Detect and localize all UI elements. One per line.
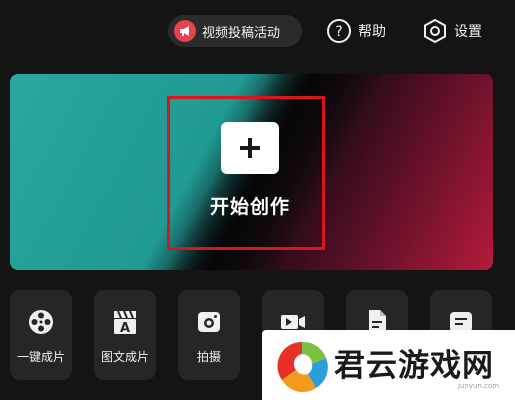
video-submission-promo-button[interactable]: 视频投稿活动: [168, 15, 302, 47]
tool-shoot[interactable]: 拍摄: [178, 290, 240, 380]
settings-label: 设置: [454, 24, 482, 40]
watermark-logo-icon: [272, 336, 332, 396]
megaphone-icon: [174, 20, 196, 42]
tool-one-click-video[interactable]: 一键成片: [10, 290, 72, 380]
tool-label: 拍摄: [196, 350, 221, 364]
hexagon-gear-icon: [422, 18, 448, 44]
settings-button[interactable]: 设置: [422, 17, 482, 45]
start-creation-button[interactable]: [221, 122, 279, 174]
watermark-domain: junyun.com: [458, 382, 500, 390]
site-watermark: 君云游戏网 junyun.com: [262, 330, 515, 400]
film-reel-icon: [27, 308, 55, 336]
svg-text:A: A: [120, 321, 130, 336]
promo-label: 视频投稿活动: [202, 25, 281, 41]
svg-text:?: ?: [335, 24, 342, 40]
start-creation-label: 开始创作: [209, 196, 290, 218]
help-button[interactable]: ? 帮助: [326, 17, 386, 45]
watermark-text: 君云游戏网: [334, 348, 494, 384]
top-bar: 视频投稿活动 ? 帮助 设置: [0, 12, 515, 52]
help-label: 帮助: [358, 24, 386, 40]
tool-label: 一键成片: [16, 350, 65, 364]
text-clapper-icon: A: [111, 308, 139, 336]
question-circle-icon: ?: [326, 18, 352, 44]
plus-icon: [240, 138, 260, 158]
camera-icon: [195, 308, 223, 336]
tool-label: 图文成片: [100, 350, 149, 364]
tool-text-to-video[interactable]: A 图文成片: [94, 290, 156, 380]
